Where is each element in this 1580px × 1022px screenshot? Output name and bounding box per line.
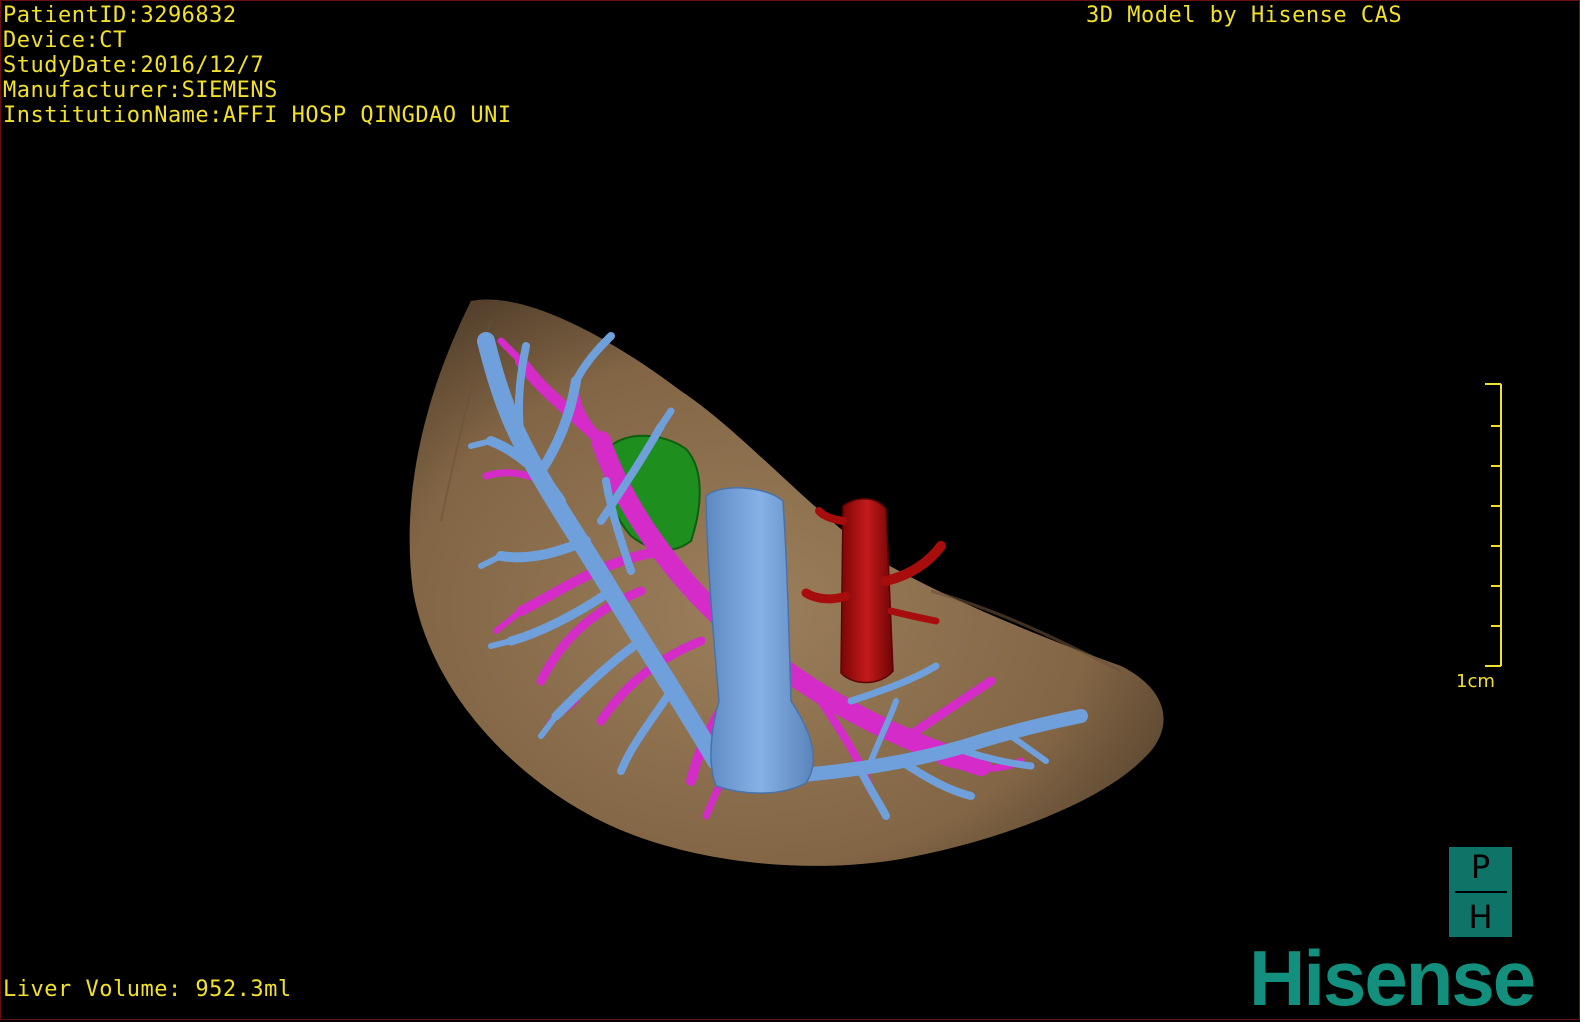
manufacturer-text: Manufacturer:SIEMENS	[3, 78, 278, 103]
institution-text: InstitutionName:AFFI HOSP QINGDAO UNI	[3, 103, 512, 128]
hisense-logo: Hisense	[1249, 934, 1536, 1022]
model-credit-text: 3D Model by Hisense CAS	[1086, 3, 1403, 28]
liver-volume-text: Liver Volume: 952.3ml	[3, 977, 292, 1002]
study-date-text: StudyDate:2016/12/7	[3, 53, 265, 78]
badge-letter-top: P	[1470, 848, 1491, 886]
study-info-overlay: PatientID:3296832 Device:CT StudyDate:20…	[3, 3, 512, 128]
3d-viewport[interactable]: PatientID:3296832 Device:CT StudyDate:20…	[0, 0, 1580, 1020]
badge-letter-bottom: H	[1468, 898, 1493, 936]
patient-id-text: PatientID:3296832	[3, 3, 237, 28]
badge-divider	[1454, 891, 1507, 893]
scale-bar-label: 1cm	[1456, 671, 1495, 692]
ph-badge-icon: P H	[1449, 847, 1512, 937]
liver-3d-model[interactable]	[1, 1, 1580, 1021]
device-text: Device:CT	[3, 28, 127, 53]
scale-bar	[1485, 383, 1502, 667]
